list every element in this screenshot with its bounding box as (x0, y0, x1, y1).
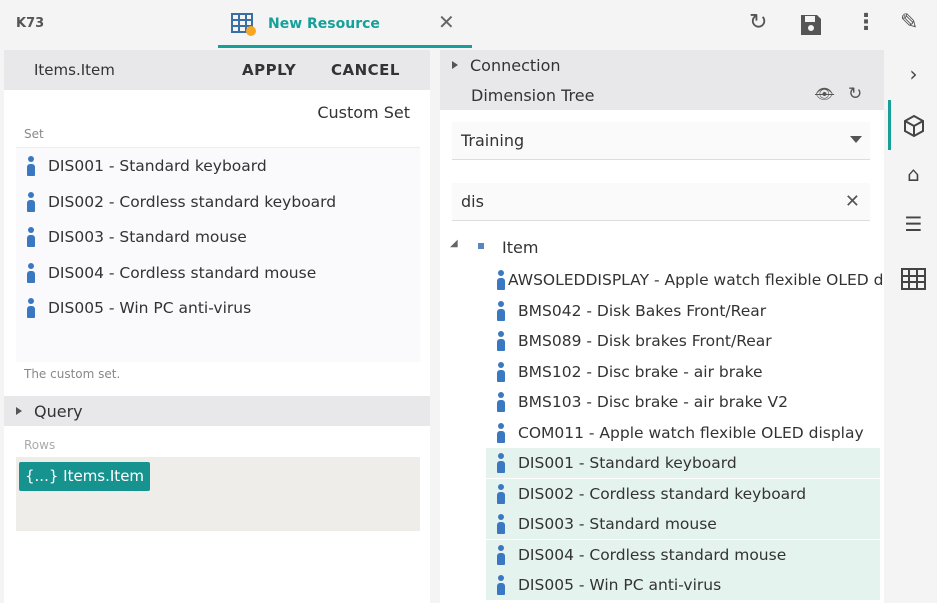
dimension-tree-label: Dimension Tree (471, 85, 595, 105)
member-icon (26, 156, 36, 176)
member-icon (496, 422, 506, 443)
set-item-label: DIS002 - Cordless standard keyboard (48, 192, 337, 211)
cancel-button[interactable]: CANCEL (331, 61, 400, 79)
apply-button[interactable]: APPLY (242, 61, 296, 79)
help-text: The custom set. (24, 367, 121, 381)
set-type-label: Custom Set (317, 103, 410, 122)
search-value: dis (461, 192, 484, 211)
member-icon (496, 544, 506, 565)
tree-item[interactable]: COM011 - Apple watch flexible OLED displ… (486, 418, 880, 448)
tree-item-label: AWSOLEDDISPLAY - Apple watch flexible OL… (508, 271, 884, 289)
chevron-right-icon[interactable]: › (890, 62, 937, 86)
set-label: Set (24, 127, 44, 141)
member-icon (26, 227, 36, 247)
refresh-tree-icon[interactable]: ↻ (848, 84, 862, 104)
member-icon (496, 483, 506, 504)
eye-off-icon[interactable]: 👁 (815, 85, 834, 103)
tree-item-label: BMS042 - Disk Bakes Front/Rear (518, 301, 767, 320)
active-indicator (888, 100, 891, 150)
tab-new-resource[interactable]: New Resource ✕ (218, 0, 472, 48)
tree-item-label: BMS089 - Disk brakes Front/Rear (518, 332, 772, 350)
set-item-label: DIS004 - Cordless standard mouse (48, 263, 317, 282)
set-list[interactable]: DIS001 - Standard keyboard DIS002 - Cordl… (16, 147, 420, 362)
member-icon (26, 298, 36, 318)
member-icon (26, 191, 36, 212)
close-tab-icon[interactable]: ✕ (438, 10, 455, 34)
member-icon (496, 514, 506, 534)
table-icon (231, 13, 256, 36)
tree-item-label: DIS004 - Cordless standard mouse (518, 545, 787, 564)
tree-item[interactable]: DIS001 - Standard keyboard (486, 448, 880, 478)
tab-label: New Resource (268, 16, 380, 32)
refresh-icon[interactable]: ↻ (749, 10, 767, 35)
clear-search-icon[interactable]: ✕ (845, 191, 860, 212)
tree-item-label: BMS103 - Disc brake - air brake V2 (518, 393, 788, 411)
more-vert-icon[interactable]: ⋮ (855, 10, 877, 35)
set-item[interactable]: DIS001 - Standard keyboard (26, 151, 267, 181)
tree-item[interactable]: DIS003 - Standard mouse (486, 509, 880, 539)
level-icon (478, 243, 484, 249)
set-item[interactable]: DIS002 - Cordless standard keyboard (26, 187, 336, 217)
member-icon (26, 262, 36, 283)
pencil-icon[interactable]: ✎ (900, 10, 918, 35)
dimension-tree-header: Dimension Tree 👁 ↻ (440, 80, 884, 110)
dimension-panel: Connection Dimension Tree 👁 ↻ Training d… (440, 50, 884, 603)
member-icon (496, 361, 506, 382)
tree-item[interactable]: BMS103 - Disc brake - air brake V2 (486, 387, 880, 417)
tree-item-label: BMS102 - Disc brake - air brake (518, 362, 763, 381)
grid-icon[interactable] (901, 268, 926, 290)
rows-chip[interactable]: {...} Items.Item (19, 462, 151, 491)
tree-item[interactable]: DIS004 - Cordless standard mouse (486, 539, 880, 570)
set-item-label: DIS001 - Standard keyboard (48, 157, 267, 175)
query-section[interactable]: Query (4, 396, 430, 426)
member-icon (496, 453, 506, 473)
tree-item-label: COM011 - Apple watch flexible OLED displ… (518, 423, 864, 442)
tree-item-label: DIS001 - Standard keyboard (518, 454, 737, 472)
dimension-select[interactable]: Training (452, 122, 870, 160)
set-item[interactable]: DIS003 - Standard mouse (26, 222, 247, 252)
list-icon[interactable]: ☰ (890, 212, 937, 236)
tree-item-label: DIS003 - Standard mouse (518, 515, 717, 533)
tree-item-label: DIS005 - Win PC anti-virus (518, 576, 722, 594)
connection-label: Connection (470, 55, 561, 75)
save-icon[interactable] (799, 13, 823, 37)
dropdown-arrow-icon (850, 136, 862, 143)
expand-icon (16, 407, 22, 415)
tree-item-label: DIS002 - Cordless standard keyboard (518, 484, 807, 503)
app-title: K73 (16, 16, 45, 31)
header-title: Items.Item (34, 61, 115, 79)
tree-item[interactable]: DIS002 - Cordless standard keyboard (486, 478, 880, 509)
member-icon (496, 392, 506, 412)
expand-icon (452, 61, 458, 69)
set-item[interactable]: DIS005 - Win PC anti-virus (26, 293, 251, 323)
tree-item[interactable]: BMS102 - Disc brake - air brake (486, 357, 880, 387)
set-item-label: DIS003 - Standard mouse (48, 228, 247, 246)
cube-icon[interactable] (902, 114, 926, 138)
set-item[interactable]: DIS004 - Cordless standard mouse (26, 258, 316, 288)
right-sidebar: › ⌂ ☰ (888, 48, 937, 603)
member-icon (496, 331, 506, 351)
tree-item[interactable]: DIS005 - Win PC anti-virus (486, 570, 880, 600)
set-editor-header: Items.Item APPLY CANCEL (4, 50, 430, 90)
tree-item[interactable]: AWSOLEDDISPLAY - Apple watch flexible OL… (486, 265, 884, 295)
set-item-label: DIS005 - Win PC anti-virus (48, 299, 252, 317)
tree-item[interactable]: BMS089 - Disk brakes Front/Rear (486, 326, 880, 356)
rows-label: Rows (24, 438, 56, 452)
member-icon (496, 575, 506, 595)
tree-item[interactable]: BMS042 - Disk Bakes Front/Rear (486, 296, 880, 326)
select-value: Training (461, 131, 525, 150)
search-input[interactable]: dis ✕ (452, 183, 870, 221)
connection-section[interactable]: Connection (440, 50, 884, 80)
query-label: Query (34, 401, 83, 421)
member-icon (496, 300, 506, 321)
home-icon[interactable]: ⌂ (890, 162, 937, 186)
collapse-icon[interactable]: ◢ (450, 238, 458, 249)
tree-root[interactable]: Item (502, 238, 538, 257)
